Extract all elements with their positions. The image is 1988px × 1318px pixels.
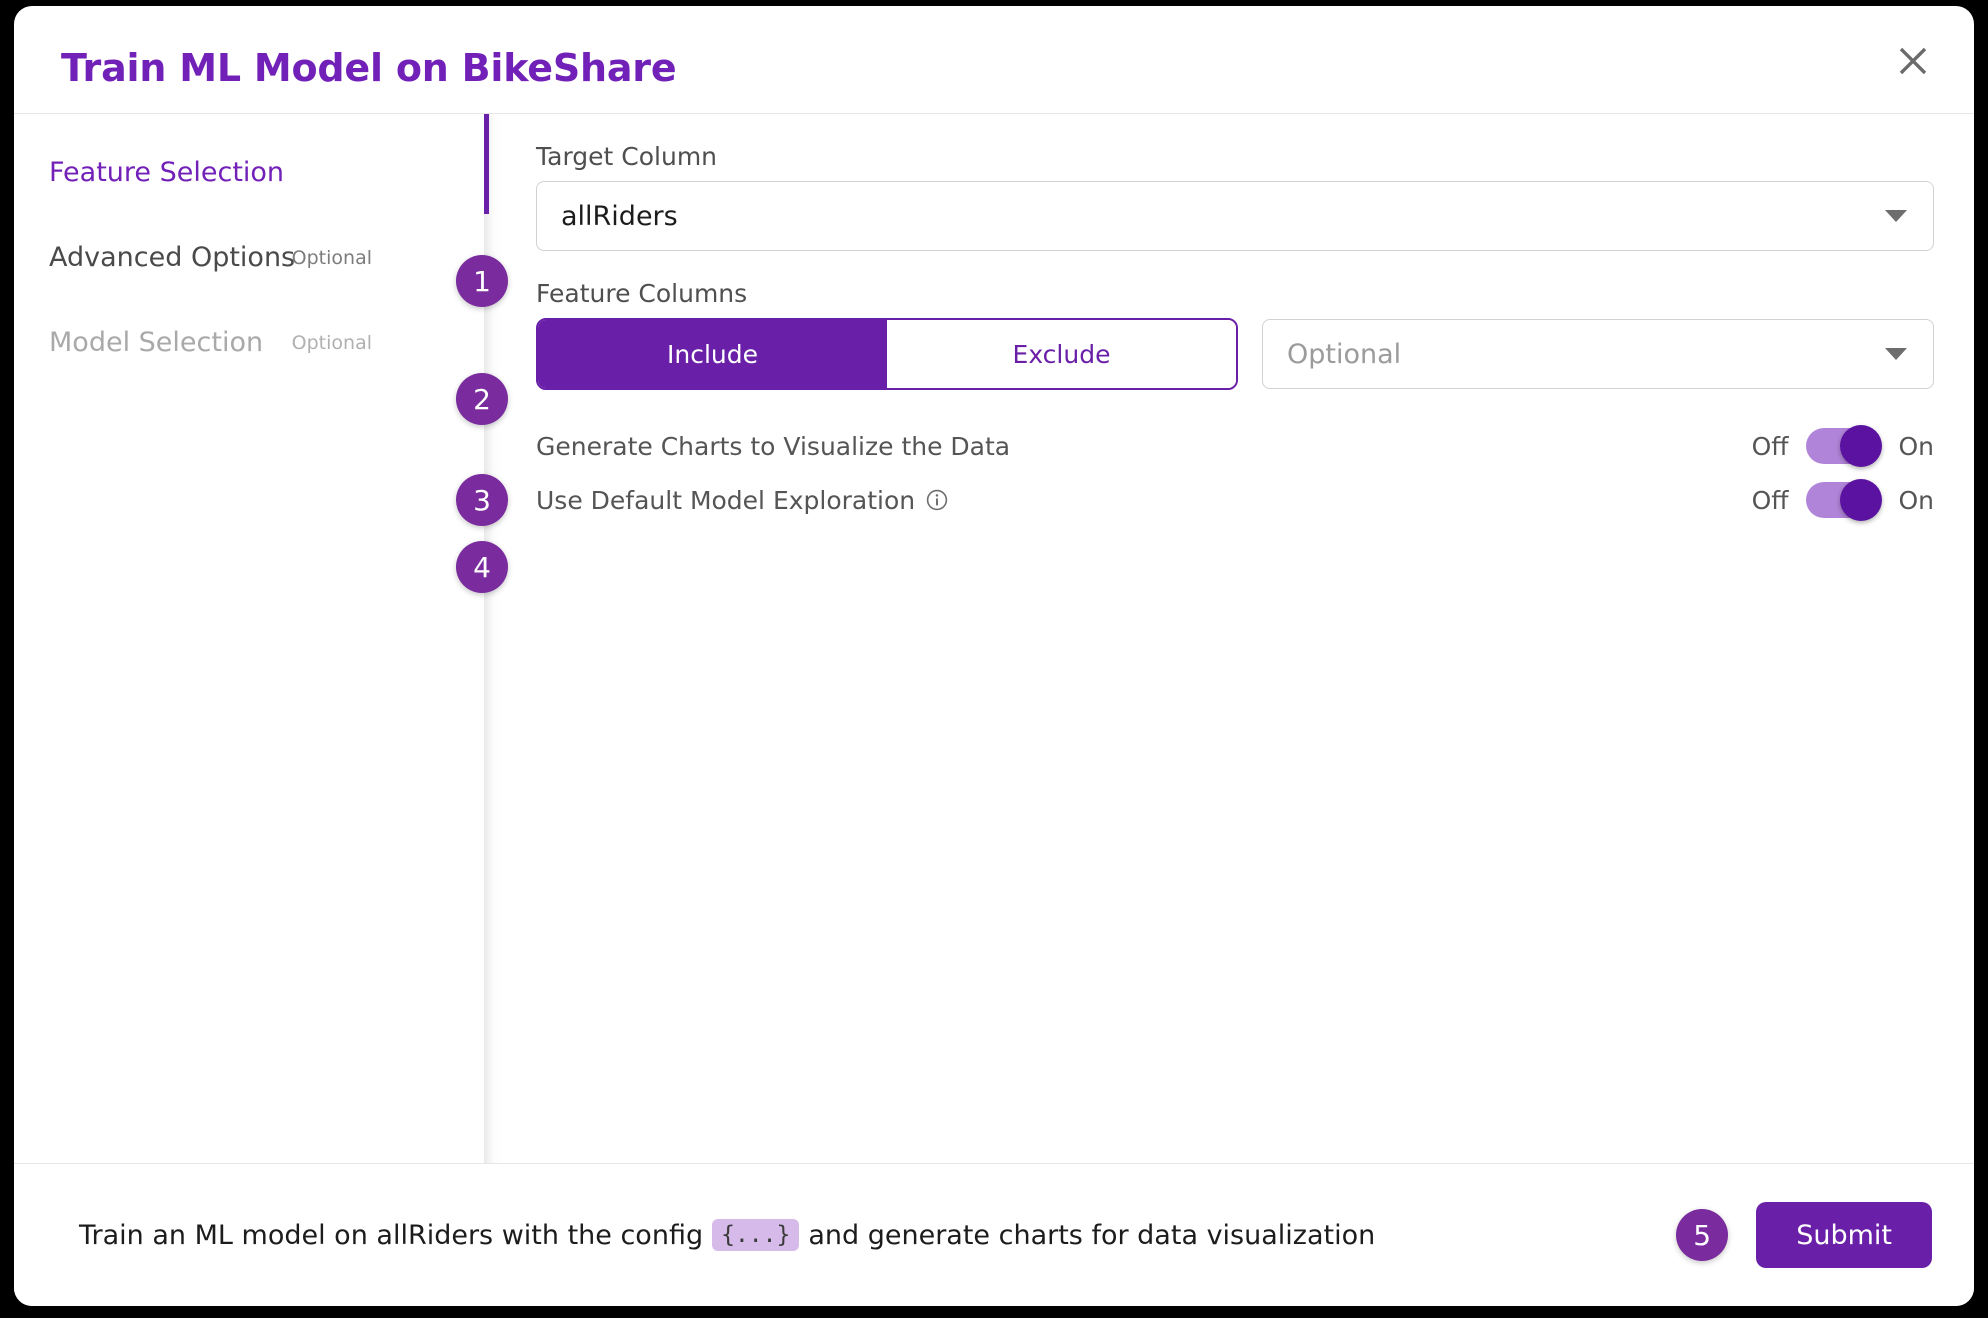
- train-ml-model-dialog: Train ML Model on BikeShare Feature Sele…: [14, 6, 1974, 1306]
- sidebar-item-advanced-options[interactable]: Advanced Options Optional: [14, 215, 480, 300]
- footer-actions: 5 Submit: [1676, 1202, 1932, 1268]
- dialog-header: Train ML Model on BikeShare: [14, 6, 1974, 114]
- dialog-body: Feature Selection Advanced Options Optio…: [14, 114, 1974, 1163]
- generate-charts-label-text: Generate Charts to Visualize the Data: [536, 431, 1011, 461]
- summary-prefix: Train an ML model on allRiders with the …: [79, 1219, 704, 1251]
- sidebar-item-label: Model Selection: [49, 327, 264, 358]
- generate-charts-toggle[interactable]: [1806, 425, 1883, 467]
- sidebar-item-optional-tag: Optional: [291, 246, 372, 269]
- chevron-down-icon: [1885, 210, 1907, 222]
- step-badge-3: 3: [456, 474, 508, 526]
- step-badge-5: 5: [1676, 1209, 1729, 1261]
- include-button[interactable]: Include: [538, 320, 887, 388]
- default-exploration-label: Use Default Model Exploration: [536, 486, 949, 515]
- generate-charts-toggle-group: Off On: [1751, 425, 1934, 467]
- step-badge-2: 2: [456, 373, 508, 425]
- sidebar-item-label: Advanced Options: [49, 242, 296, 273]
- toggle-knob: [1840, 479, 1883, 521]
- form-panel: Target Column allRiders Feature Columns …: [480, 114, 1974, 1163]
- step-badge-1: 1: [456, 255, 508, 307]
- target-column-label: Target Column: [536, 142, 718, 171]
- page-title: Train ML Model on BikeShare: [61, 46, 677, 90]
- default-exploration-toggle[interactable]: [1806, 479, 1883, 521]
- submit-button[interactable]: Submit: [1756, 1202, 1932, 1268]
- include-exclude-segmented-control: Include Exclude: [536, 318, 1238, 390]
- feature-columns-select[interactable]: Optional: [1262, 319, 1934, 389]
- config-chip[interactable]: {...}: [712, 1219, 800, 1251]
- default-exploration-row: Use Default Model Exploration Off On: [536, 466, 1934, 534]
- toggle-on-label: On: [1898, 431, 1934, 461]
- sidebar-item-feature-selection[interactable]: Feature Selection: [14, 130, 480, 215]
- close-icon[interactable]: [1890, 38, 1936, 84]
- feature-columns-label: Feature Columns: [536, 279, 748, 308]
- info-circle-icon[interactable]: [925, 488, 949, 512]
- exclude-button[interactable]: Exclude: [887, 320, 1236, 388]
- dialog-footer: Train an ML model on allRiders with the …: [14, 1163, 1974, 1306]
- default-exploration-toggle-group: Off On: [1751, 479, 1934, 521]
- feature-columns-value: Optional: [1287, 338, 1402, 370]
- target-column-value: allRiders: [561, 200, 678, 232]
- toggle-knob: [1840, 425, 1883, 467]
- toggle-on-label: On: [1898, 485, 1934, 515]
- sidebar-item-optional-tag: Optional: [291, 331, 372, 354]
- toggle-off-label: Off: [1751, 485, 1789, 515]
- sidebar-item-model-selection[interactable]: Model Selection Optional: [14, 300, 480, 385]
- summary-text: Train an ML model on allRiders with the …: [79, 1219, 1375, 1251]
- chevron-down-icon: [1885, 348, 1907, 360]
- wizard-sidebar: Feature Selection Advanced Options Optio…: [14, 114, 480, 1163]
- default-exploration-label-text: Use Default Model Exploration: [536, 485, 916, 515]
- summary-suffix: and generate charts for data visualizati…: [808, 1219, 1376, 1251]
- toggle-off-label: Off: [1751, 431, 1789, 461]
- generate-charts-label: Generate Charts to Visualize the Data: [536, 432, 1010, 461]
- sidebar-item-label: Feature Selection: [49, 157, 285, 188]
- step-badge-4: 4: [456, 541, 508, 593]
- feature-columns-row: Include Exclude Optional: [536, 318, 1934, 390]
- target-column-select[interactable]: allRiders: [536, 181, 1934, 251]
